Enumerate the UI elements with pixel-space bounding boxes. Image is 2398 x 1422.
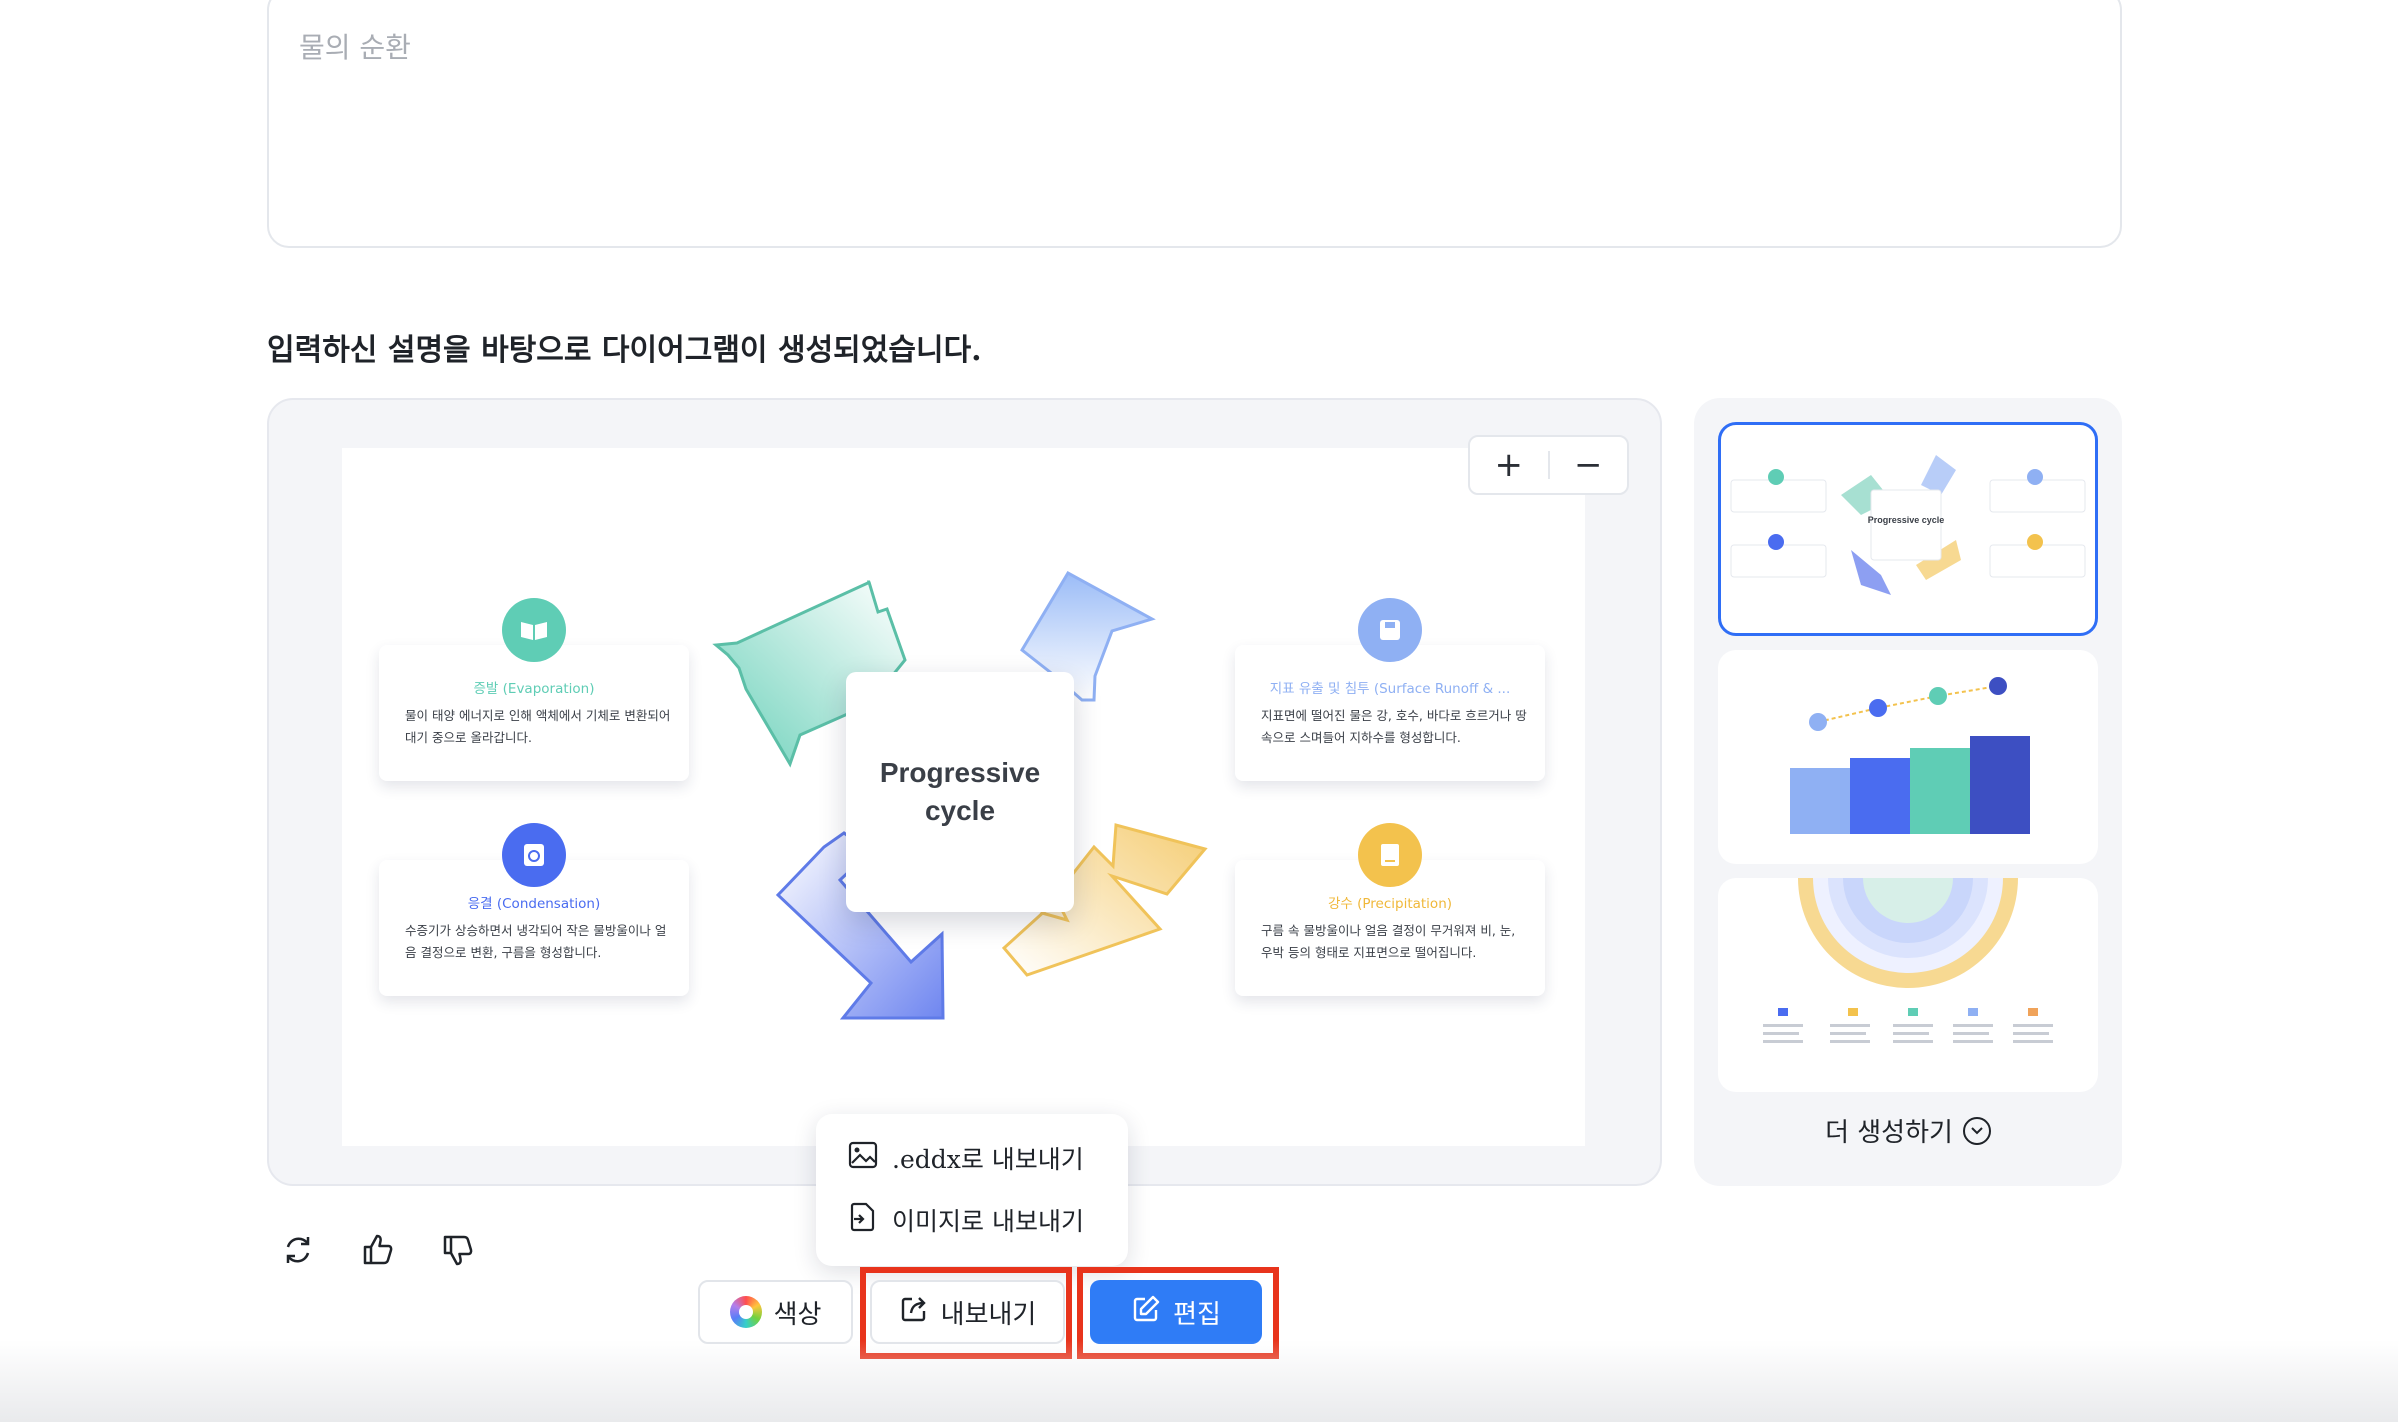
color-wheel-icon xyxy=(729,1296,762,1328)
card-title: 응결 (Condensation) xyxy=(467,896,601,912)
card-description: 물이 태양 에너지로 인해 액체에서 기체로 변환되어 대기 중으로 올라갑니다… xyxy=(405,708,671,745)
thumbnail-preview-image xyxy=(1763,878,2053,1043)
thumbnail-title: Progressive cycle xyxy=(1868,515,1945,525)
save-icon xyxy=(1358,598,1422,662)
color-button[interactable]: 색상 xyxy=(698,1280,853,1344)
thumbs-up-icon[interactable] xyxy=(356,1228,400,1272)
thumbnail-preview-image xyxy=(1790,677,2030,834)
card-title: 지표 유출 및 침투 (Surface Runoff & ... xyxy=(1269,681,1511,697)
card-title: 증발 (Evaporation) xyxy=(473,681,595,697)
chevron-down-icon xyxy=(1962,1116,1991,1145)
thumbs-down-icon[interactable] xyxy=(436,1228,480,1272)
thumbnail-radial[interactable] xyxy=(1718,878,2098,1092)
book-icon xyxy=(502,598,566,662)
thumbnail-staircase[interactable] xyxy=(1718,650,2098,864)
variant-thumbnails-panel: Progressive cycle 더 생성하기 xyxy=(1694,398,2122,1186)
regenerate-icon[interactable] xyxy=(276,1228,320,1272)
bottom-fade-overlay xyxy=(0,1340,2398,1422)
card-title: 강수 (Precipitation) xyxy=(1327,896,1453,912)
card-description: 구름 속 물방울이나 얼음 결정이 무거워져 비, 눈, 우박 등의 형태로 지… xyxy=(1261,923,1516,960)
export-dropdown-menu: .eddx로 내보내기 이미지로 내보내기 xyxy=(816,1114,1128,1266)
export-image-menu-item[interactable]: 이미지로 내보내기 xyxy=(848,1200,1084,1240)
diagram-card-runoff: 지표 유출 및 침투 (Surface Runoff & ... 지표면에 떨어… xyxy=(1235,645,1545,781)
export-file-icon xyxy=(848,1202,878,1238)
clock-icon xyxy=(502,823,566,887)
diagram-card-evaporation: 증발 (Evaporation) 물이 태양 에너지로 인해 액체에서 기체로 … xyxy=(379,645,689,781)
generate-more-button[interactable]: 더 생성하기 xyxy=(1694,1112,2122,1149)
generate-more-label: 더 생성하기 xyxy=(1825,1118,1953,1148)
notebook-icon xyxy=(1358,823,1422,887)
card-description: 수증기가 상승하면서 냉각되어 작은 물방울이나 얼음 결정으로 변환, 구름을… xyxy=(405,923,667,960)
export-eddx-menu-item[interactable]: .eddx로 내보내기 xyxy=(848,1138,1084,1178)
image-file-icon xyxy=(848,1141,878,1175)
thumbnail-preview-image: Progressive cycle xyxy=(1730,455,2086,595)
thumbnail-progressive-cycle[interactable]: Progressive cycle xyxy=(1718,422,2098,636)
diagram-center-node: Progressive cycle xyxy=(846,672,1074,912)
export-image-label: 이미지로 내보내기 xyxy=(892,1207,1084,1236)
card-description: 지표면에 떨어진 물은 강, 호수, 바다로 흐르거나 땅속으로 스며들어 지하… xyxy=(1261,708,1527,745)
color-button-label: 색상 xyxy=(773,1299,822,1330)
export-eddx-label: .eddx로 내보내기 xyxy=(892,1145,1084,1174)
